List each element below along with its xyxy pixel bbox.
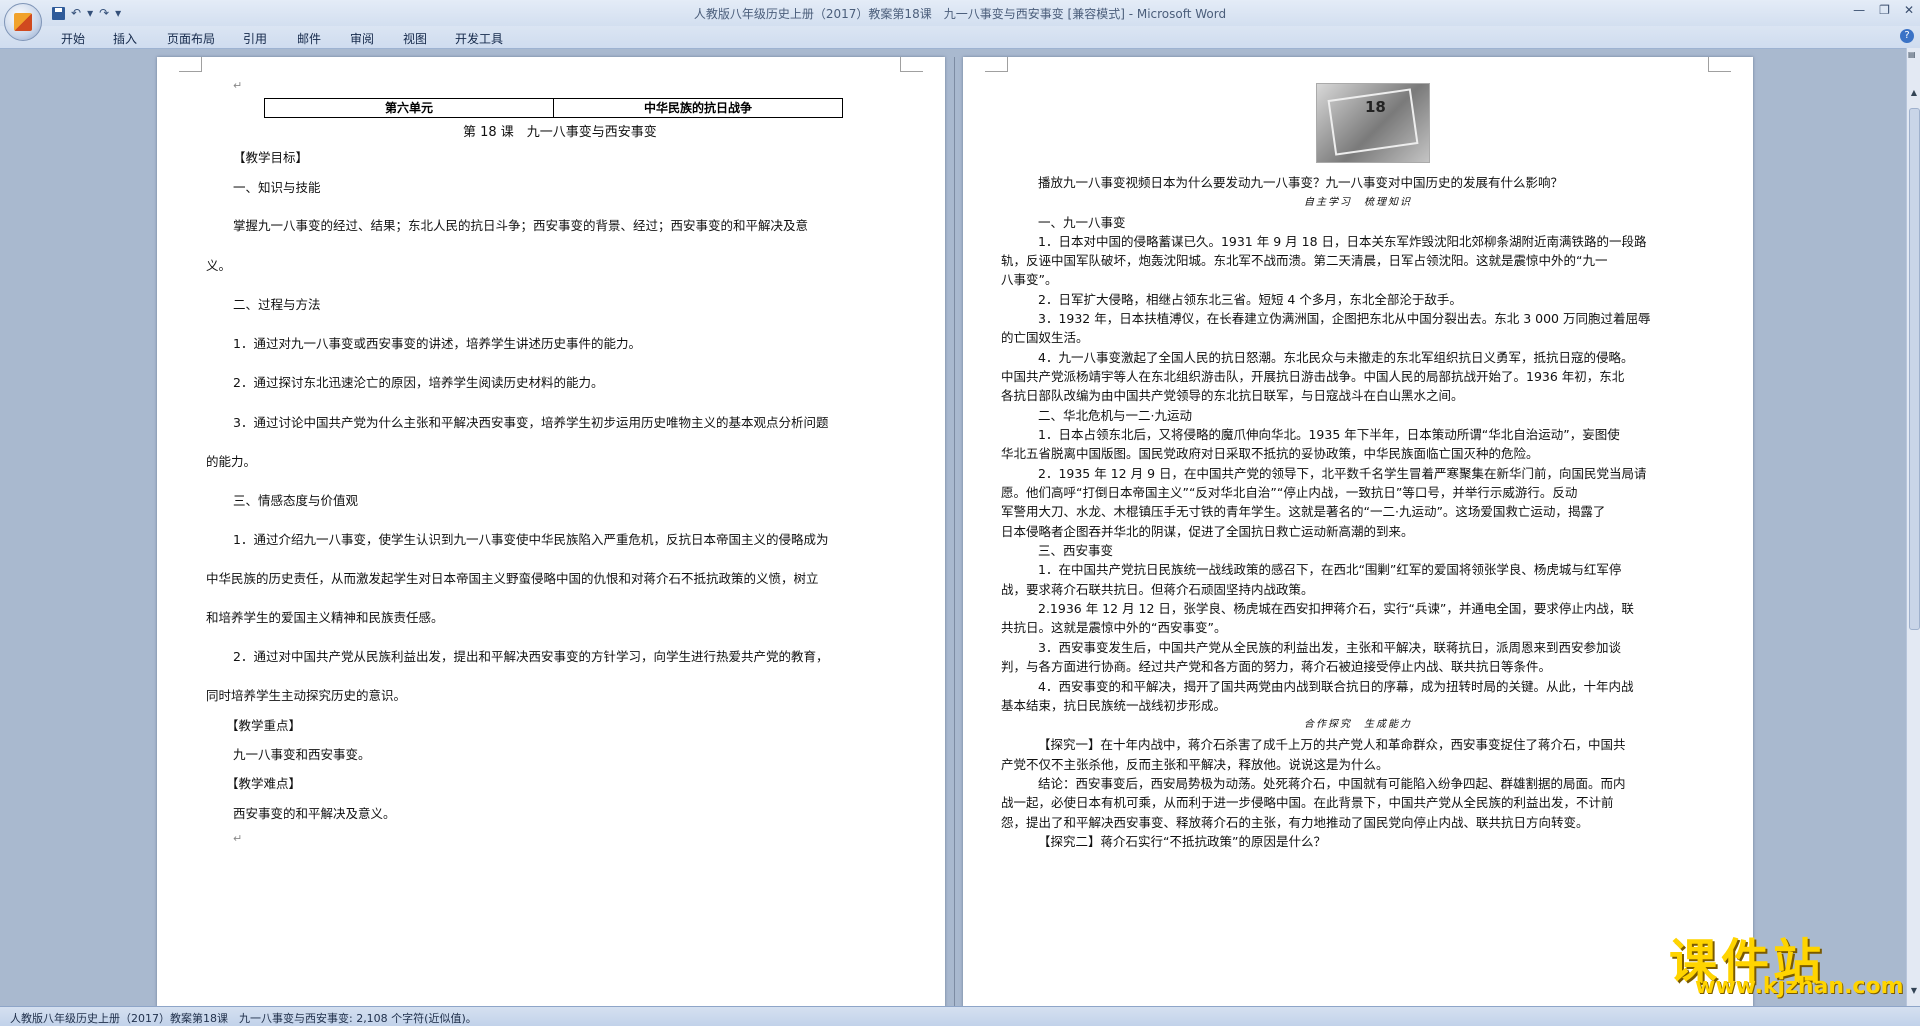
body-line: 同时培养学生主动探究历史的意识。 <box>206 688 407 703</box>
document-page-1[interactable]: ↵ 第六单元 中华民族的抗日战争 第 18 课 九一八事变与西安事变 【教学目标… <box>157 57 945 1008</box>
unit-topic: 中华民族的抗日战争 <box>643 101 752 115</box>
body-line: 4．九一八事变激起了全国人民的抗日怒潮。东北民众与未撤走的东北军组织抗日义勇军，… <box>1038 350 1634 365</box>
calendar-photo[interactable]: 18 <box>1316 83 1430 163</box>
ribbon-tabs: 开始 插入 页面布局 引用 邮件 审阅 视图 开发工具 ? <box>0 26 1920 49</box>
restore-icon[interactable]: ❐ <box>1879 3 1890 17</box>
page-gap <box>954 57 955 1008</box>
tab-home[interactable]: 开始 <box>61 30 85 47</box>
minimize-icon[interactable]: — <box>1853 3 1865 17</box>
body-line: 2．通过对中国共产党从民族利益出发，提出和平解决西安事变的方针学习，向学生进行热… <box>233 649 829 664</box>
body-line: 怨，提出了和平解决西安事变、释放蒋介石的主张，有力地推动了国民党向停止内战、联共… <box>1001 815 1589 830</box>
body-line: 愿。他们高呼“打倒日本帝国主义”“反对华北自治”“停止内战，一致抗日”等口号，并… <box>1001 485 1578 500</box>
scroll-thumb[interactable] <box>1909 108 1920 630</box>
body-line: 的能力。 <box>206 454 257 469</box>
body-line: 3．通过讨论中国共产党为什么主张和平解决西安事变，培养学生初步运用历史唯物主义的… <box>233 415 829 430</box>
body-line: 中华民族的历史责任，从而激发起学生对日本帝国主义野蛮侵略中国的仇恨和对蒋介石不抵… <box>206 571 819 586</box>
subsection-heading: 一、知识与技能 <box>233 180 321 195</box>
tab-mailings[interactable]: 邮件 <box>297 30 321 47</box>
section-caption: 合作探究 生成能力 <box>1304 719 1412 730</box>
crop-mark <box>1708 57 1731 72</box>
crop-mark <box>900 57 923 72</box>
body-line: 2．1935 年 12 月 9 日，在中国共产党的领导下，北平数千名学生冒着严寒… <box>1038 466 1647 481</box>
vertical-scrollbar[interactable]: ▤ ▲ ▼ <box>1906 48 1920 1006</box>
body-line: 1．日本占领东北后，又将侵略的魔爪伸向华北。1935 年下半年，日本策动所谓“华… <box>1038 427 1620 442</box>
tab-review[interactable]: 审阅 <box>350 30 374 47</box>
scroll-down-icon[interactable]: ▼ <box>1909 986 1919 996</box>
body-line: 战一起，必使日本有机可乘，从而利于进一步侵略中国。在此背景下，中国共产党从全民族… <box>1001 795 1614 810</box>
section-heading: 三、西安事变 <box>1038 543 1114 558</box>
tab-references[interactable]: 引用 <box>243 30 267 47</box>
body-line: 1．在中国共产党抗日民族统一战线政策的感召下，在西北“围剿”红军的爱国将领张学良… <box>1038 562 1622 577</box>
body-line: 西安事变的和平解决及意义。 <box>233 806 396 821</box>
body-line: 产党不仅不主张杀他，反而主张和平解决，释放他。说说这是为什么。 <box>1001 757 1389 772</box>
subsection-heading: 二、过程与方法 <box>233 297 321 312</box>
body-line: 2．通过探讨东北迅速沦亡的原因，培养学生阅读历史材料的能力。 <box>233 375 604 390</box>
body-line: 1．通过介绍九一八事变，使学生认识到九一八事变使中华民族陷入严重危机，反抗日本帝… <box>233 532 829 547</box>
scroll-up-icon[interactable]: ▲ <box>1909 88 1919 98</box>
photo-number: 18 <box>1365 98 1386 116</box>
body-line: 3．西安事变发生后，中国共产党从全民族的利益出发，主张和平解决，联蒋抗日，派周恩… <box>1038 640 1621 655</box>
tab-view[interactable]: 视图 <box>403 30 427 47</box>
tab-page-layout[interactable]: 页面布局 <box>167 30 215 47</box>
section-heading: 【教学目标】 <box>233 150 309 165</box>
body-line: 3．1932 年，日本扶植溥仪，在长春建立伪满洲国，企图把东北从中国分裂出去。东… <box>1038 311 1651 326</box>
body-line: 结论：西安事变后，西安局势极为动荡。处死蒋介石，中国就有可能陷入纷争四起、群雄割… <box>1038 776 1626 791</box>
office-button[interactable] <box>4 3 42 41</box>
help-icon[interactable]: ? <box>1900 29 1914 43</box>
unit-label: 第六单元 <box>265 99 554 117</box>
body-line: 义。 <box>206 258 232 273</box>
body-line: 九一八事变和西安事变。 <box>233 747 371 762</box>
section-heading: 二、华北危机与一二·九运动 <box>1038 408 1192 423</box>
section-caption: 自主学习 梳理知识 <box>1304 197 1412 208</box>
body-line: 基本结束，抗日民族统一战线初步形成。 <box>1001 698 1227 713</box>
crop-mark <box>179 57 202 72</box>
body-line: 中国共产党派杨靖宇等人在东北组织游击队，开展抗日游击战争。中国人民的局部抗战开始… <box>1001 369 1625 384</box>
close-icon[interactable]: ✕ <box>1904 3 1914 17</box>
body-line: 轨，反诬中国军队破坏，炮轰沈阳城。东北军不战而溃。第二天清晨，日军占领沈阳。这就… <box>1001 253 1608 268</box>
status-text: 人教版八年级历史上册（2017）教案第18课 九一八事变与西安事变: 2,108… <box>10 1012 477 1025</box>
body-line: 【探究二】蒋介石实行“不抵抗政策”的原因是什么？ <box>1038 834 1326 849</box>
body-line: 共抗日。这就是震惊中外的“西安事变”。 <box>1001 620 1227 635</box>
tab-developer[interactable]: 开发工具 <box>455 30 503 47</box>
unit-header-table: 第六单元 中华民族的抗日战争 <box>264 98 843 118</box>
section-heading: 一、九一八事变 <box>1038 215 1126 230</box>
body-line: 2.1936 年 12 月 12 日，张学良、杨虎城在西安扣押蒋介石，实行“兵谏… <box>1038 601 1634 616</box>
watermark-logo: 课件站 www.kjzhan.com <box>1669 922 1909 1002</box>
window-title: 人教版八年级历史上册（2017）教案第18课 九一八事变与西安事变 [兼容模式]… <box>693 7 1227 21</box>
section-heading: 【教学难点】 <box>226 776 302 791</box>
watermark-url: www.kjzhan.com <box>1695 974 1904 999</box>
body-line: 各抗日部队改编为由中国共产党领导的东北抗日联军，与日寇战斗在白山黑水之间。 <box>1001 388 1464 403</box>
title-bar: ↶ ▾ ↷ ▾ 人教版八年级历史上册（2017）教案第18课 九一八事变与西安事… <box>0 0 1920 26</box>
subsection-heading: 三、情感态度与价值观 <box>233 493 359 508</box>
body-line: 战，要求蒋介石联共抗日。但蒋介石顽固坚持内战政策。 <box>1001 582 1314 597</box>
body-line: 1．通过对九一八事变或西安事变的讲述，培养学生讲述历史事件的能力。 <box>233 336 641 351</box>
body-line: 八事变”。 <box>1001 272 1058 287</box>
paragraph-mark: ↵ <box>233 832 243 845</box>
body-line: 华北五省脱离中国版图。国民党政府对日采取不抵抗的妥协政策，中华民族面临亡国灭种的… <box>1001 446 1539 461</box>
body-line: 掌握九一八事变的经过、结果；东北人民的抗日斗争；西安事变的背景、经过；西安事变的… <box>233 218 809 233</box>
body-line: 4．西安事变的和平解决，揭开了国共两党由内战到联合抗日的序幕，成为扭转时局的关键… <box>1038 679 1634 694</box>
window-controls: — ❐ ✕ <box>1853 3 1914 17</box>
lesson-title: 第 18 课 九一八事变与西安事变 <box>463 125 657 140</box>
document-page-2[interactable]: 18 播放九一八事变视频日本为什么要发动九一八事变？九一八事变对中国历史的发展有… <box>963 57 1753 1008</box>
body-line: 军警用大刀、水龙、木棍镇压手无寸铁的青年学生。这就是著名的“一二·九运动”。这场… <box>1001 504 1606 519</box>
ruler-toggle-icon[interactable]: ▤ <box>1908 50 1920 59</box>
status-bar: 人教版八年级历史上册（2017）教案第18课 九一八事变与西安事变: 2,108… <box>0 1006 1920 1026</box>
body-line: 日本侵略者企图吞并华北的阴谋，促进了全国抗日救亡运动新高潮的到来。 <box>1001 524 1414 539</box>
body-line: 和培养学生的爱国主义精神和民族责任感。 <box>206 610 444 625</box>
office-logo-icon <box>14 13 32 31</box>
crop-mark <box>985 57 1008 72</box>
body-line: 的亡国奴生活。 <box>1001 330 1089 345</box>
paragraph-mark: ↵ <box>233 79 243 92</box>
tab-insert[interactable]: 插入 <box>113 30 137 47</box>
body-line: 【探究一】在十年内战中，蒋介石杀害了成千上万的共产党人和革命群众，西安事变捉住了… <box>1038 737 1626 752</box>
body-line: 判，与各方面进行协商。经过共产党和各方面的努力，蒋介石被迫接受停止内战、联共抗日… <box>1001 659 1552 674</box>
section-heading: 【教学重点】 <box>226 718 302 733</box>
body-line: 2．日军扩大侵略，相继占领东北三省。短短 4 个多月，东北全部沦于敌手。 <box>1038 292 1462 307</box>
body-line: 1．日本对中国的侵略蓄谋已久。1931 年 9 月 18 日，日本关东军炸毁沈阳… <box>1038 234 1647 249</box>
intro-question: 播放九一八事变视频日本为什么要发动九一八事变？九一八事变对中国历史的发展有什么影… <box>1038 175 1564 190</box>
